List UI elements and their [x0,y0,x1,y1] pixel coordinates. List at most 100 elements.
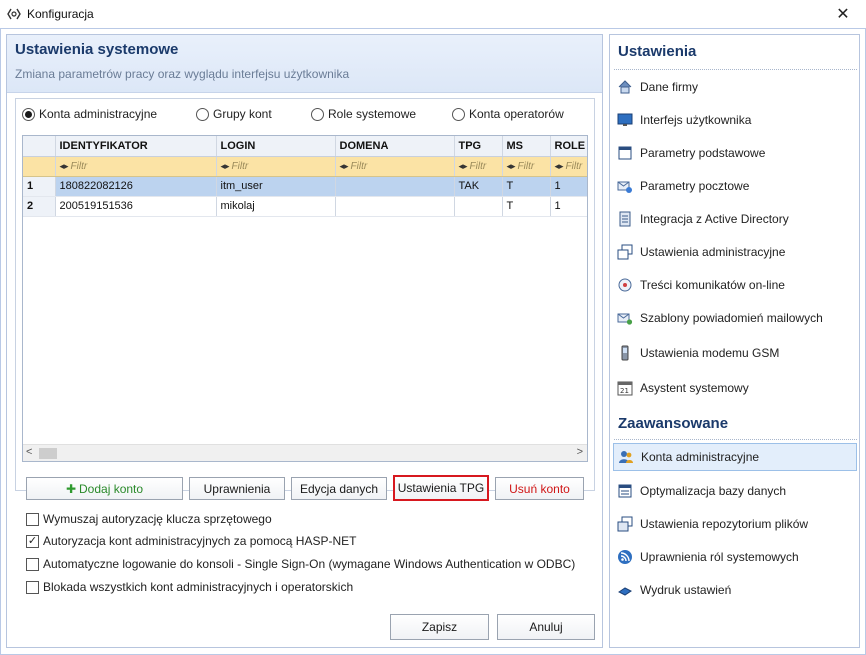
radio-admin-accounts[interactable]: Konta administracyjne [22,107,196,121]
checkbox-box[interactable] [26,512,39,526]
mail-settings-icon [617,178,633,194]
grid-filter-row: ◂▸ Filtr ◂▸ Filtr ◂▸ Filtr ◂▸ Filtr ◂▸ Filtr … [23,156,587,177]
tpg-settings-button[interactable]: Ustawienia TPG [393,475,489,501]
cell-domena[interactable] [335,196,455,217]
sidebar-item-gsm-modem[interactable]: Ustawienia modemu GSM [613,339,857,367]
cell-ms[interactable]: T [502,196,551,217]
cell-domena[interactable] [335,176,455,197]
hasp-net-checkbox[interactable]: ✓ Autoryzacja kont administracyjnych za … [26,534,356,548]
filter-placeholder: Filtr [350,160,368,172]
column-header-login[interactable]: LOGIN [216,136,336,157]
cell-login[interactable]: itm_user [216,176,336,197]
radio-label: Konta operatorów [469,107,564,121]
column-header-ms[interactable]: MS [502,136,551,157]
sidebar-item-mail-params[interactable]: Parametry pocztowe [613,172,857,200]
sidebar-item-user-interface[interactable]: Interfejs użytkownika [613,106,857,134]
filter-cell-login[interactable]: ◂▸ Filtr [216,156,336,177]
sidebar-item-company-data[interactable]: Dane firmy [613,73,857,101]
radio-dot[interactable] [196,107,209,121]
sidebar-item-db-optimization[interactable]: Optymalizacja bazy danych [613,477,857,505]
permissions-button[interactable]: Uprawnienia [189,477,285,500]
radio-dot[interactable] [452,107,465,121]
main-panel: Ustawienia systemowe Zmiana parametrów p… [6,34,603,648]
column-header-role[interactable]: ROLE [550,136,587,157]
users-icon [618,449,634,465]
radio-system-roles[interactable]: Role systemowe [311,107,452,121]
column-header-identyfikator[interactable]: IDENTYFIKATOR [55,136,217,157]
delete-account-button[interactable]: Usuń konto [495,477,584,500]
filter-cell-ms[interactable]: ◂▸ Filtr [502,156,551,177]
sidebar-item-basic-params[interactable]: Parametry podstawowe [613,139,857,167]
sso-checkbox[interactable]: Automatyczne logowanie do konsoli - Sing… [26,557,575,571]
accounts-group: Konta administracyjne Grupy kont Role sy… [15,98,595,491]
close-icon[interactable]: ✕ [820,0,866,28]
svg-text:21: 21 [620,387,629,395]
save-button[interactable]: Zapisz [390,614,489,640]
accounts-grid[interactable]: IDENTYFIKATOR LOGIN DOMENA TPG MS ROLE ◂… [22,135,588,462]
filter-arrows-icon: ◂▸ [220,160,230,171]
sidebar-item-label: Asystent systemowy [640,381,749,395]
edit-data-button[interactable]: Edycja danych [291,477,387,500]
checkmark-icon[interactable]: ✓ [26,534,39,548]
radio-operator-accounts[interactable]: Konta operatorów [452,107,564,121]
column-header-domena[interactable]: DOMENA [335,136,455,157]
sidebar-item-system-assistant[interactable]: 21 Asystent systemowy [613,374,857,402]
rss-icon [617,549,633,565]
scroll-right-icon[interactable]: > [577,446,583,458]
filter-cell-identyfikator[interactable]: ◂▸ Filtr [55,156,217,177]
settings-sidebar: Ustawienia Dane firmy Interfejs użytkown… [609,34,860,648]
app-icon [7,7,21,21]
horizontal-scrollbar[interactable]: < > [23,444,587,461]
sidebar-item-label: Dane firmy [640,80,699,94]
sidebar-item-admin-accounts[interactable]: Konta administracyjne [613,443,857,471]
filter-placeholder: Filtr [517,160,535,172]
filter-placeholder: Filtr [231,160,249,172]
phone-icon [617,345,633,361]
cancel-button[interactable]: Anuluj [497,614,595,640]
filter-cell-role[interactable]: ◂▸ Filtr [550,156,587,177]
cell-role[interactable]: 1 [550,176,587,197]
table-row[interactable]: 2 200519151536 mikolaj T 1 [23,196,587,217]
radio-dot[interactable] [311,107,324,121]
sidebar-item-active-directory[interactable]: Integracja z Active Directory [613,205,857,233]
sidebar-item-label: Wydruk ustawień [640,583,732,597]
sidebar-item-online-messages[interactable]: Treści komunikatów on-line [613,271,857,299]
radio-dot[interactable] [22,107,35,121]
cell-tpg[interactable]: TAK [454,176,503,197]
scroll-left-icon[interactable]: < [26,446,32,458]
sidebar-item-file-repository[interactable]: Ustawienia repozytorium plików [613,510,857,538]
radio-label: Role systemowe [328,107,417,121]
radio-account-groups[interactable]: Grupy kont [196,107,311,121]
cell-tpg[interactable] [454,196,503,217]
row-number: 1 [23,176,56,197]
sidebar-item-label: Ustawienia administracyjne [640,245,786,259]
add-account-button[interactable]: ✚ Dodaj konto [26,477,183,500]
sidebar-item-label: Parametry podstawowe [640,146,766,160]
admin-windows-icon [617,244,633,260]
cell-identyfikator[interactable]: 180822082126 [55,176,217,197]
hardware-key-checkbox[interactable]: Wymuszaj autoryzację klucza sprzętowego [26,512,272,526]
filter-arrows-icon: ◂▸ [458,160,468,171]
cell-ms[interactable]: T [502,176,551,197]
filter-cell-domena[interactable]: ◂▸ Filtr [335,156,455,177]
sidebar-item-label: Treści komunikatów on-line [640,278,785,292]
checkbox-box[interactable] [26,580,39,594]
sidebar-item-role-permissions[interactable]: Uprawnienia ról systemowych [613,543,857,571]
cell-identyfikator[interactable]: 200519151536 [55,196,217,217]
block-accounts-checkbox[interactable]: Blokada wszystkich kont administracyjnyc… [26,580,353,594]
database-icon [617,483,633,499]
window-icon [617,145,633,161]
sidebar-item-admin-settings[interactable]: Ustawienia administracyjne [613,238,857,266]
title-bar: Konfiguracja ✕ [0,0,866,28]
column-header-tpg[interactable]: TPG [454,136,503,157]
checkbox-label: Autoryzacja kont administracyjnych za po… [43,534,357,548]
cell-role[interactable]: 1 [550,196,587,217]
checkbox-box[interactable] [26,557,39,571]
sidebar-item-label: Optymalizacja bazy danych [640,484,787,498]
scroll-thumb[interactable] [39,448,57,459]
table-row[interactable]: 1 180822082126 itm_user TAK T 1 [23,176,587,197]
cell-login[interactable]: mikolaj [216,196,336,217]
sidebar-item-mail-templates[interactable]: Szablony powiadomień mailowych [613,304,857,332]
filter-cell-tpg[interactable]: ◂▸ Filtr [454,156,503,177]
sidebar-item-print-settings[interactable]: Wydruk ustawień [613,576,857,604]
